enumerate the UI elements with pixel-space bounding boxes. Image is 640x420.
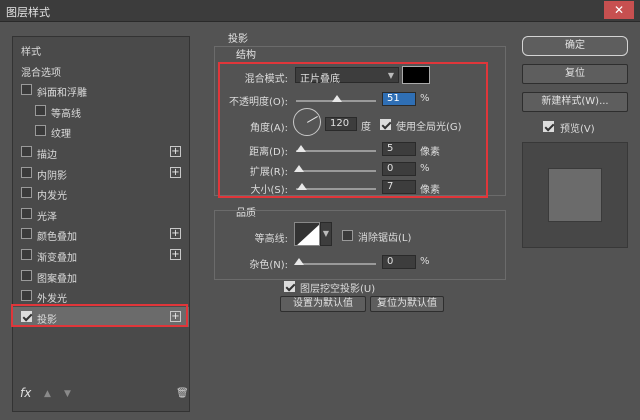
move-up-icon[interactable]: ▲ <box>44 389 51 399</box>
style-preview-swatch <box>548 168 602 222</box>
sidebar-item-label: 内阴影 <box>37 170 67 182</box>
sidebar-item-checkbox[interactable] <box>21 269 32 281</box>
style-preview <box>522 142 628 248</box>
sidebar-item[interactable]: 样式 <box>13 39 189 59</box>
sidebar-item-checkbox[interactable] <box>21 290 32 302</box>
noise-slider[interactable] <box>294 258 376 265</box>
sidebar-item-label: 颜色叠加 <box>37 232 77 244</box>
new-style-button[interactable]: 新建样式(W)... <box>522 92 628 112</box>
title-bar: 图层样式 ✕ <box>0 0 640 22</box>
add-effect-icon[interactable]: + <box>170 228 181 240</box>
sidebar-item[interactable]: 纹理 <box>13 121 189 141</box>
sidebar-item[interactable]: 光泽 <box>13 204 189 224</box>
set-default-button[interactable]: 设置为默认值 <box>280 296 366 312</box>
sidebar-item-checkbox[interactable] <box>21 146 32 157</box>
sidebar-item[interactable]: 等高线 <box>13 101 189 121</box>
sidebar-item-label: 外发光 <box>37 294 67 306</box>
sidebar-item-checkbox[interactable] <box>35 125 46 137</box>
sidebar-item-label: 内发光 <box>37 191 67 203</box>
sidebar-item-label: 光泽 <box>37 211 57 223</box>
sidebar-item-label: 样式 <box>21 47 41 58</box>
add-effect-icon[interactable]: + <box>170 249 181 260</box>
add-effect-icon[interactable]: + <box>170 166 181 178</box>
window-title: 图层样式 <box>6 6 50 19</box>
preview-checkbox[interactable] <box>543 121 554 132</box>
selection-highlight <box>11 304 188 327</box>
reset-default-button[interactable]: 复位为默认值 <box>370 296 444 312</box>
sidebar-item-checkbox[interactable] <box>21 207 32 219</box>
sidebar-item[interactable]: 内阴影 + <box>13 163 189 183</box>
sidebar-item-checkbox[interactable] <box>21 228 32 240</box>
sidebar-item[interactable]: 内发光 <box>13 183 189 203</box>
sidebar-item-label: 斜面和浮雕 <box>37 88 87 100</box>
contour-dropdown[interactable]: ▼ <box>320 222 332 246</box>
antialias-checkbox[interactable] <box>342 230 353 241</box>
sidebar-item-checkbox[interactable] <box>21 187 32 199</box>
delete-icon[interactable]: 🗑 <box>176 388 189 399</box>
sidebar-item[interactable]: 图案叠加 <box>13 266 189 286</box>
contour-preview[interactable] <box>294 222 320 246</box>
sidebar-item[interactable]: 渐变叠加 + <box>13 245 189 265</box>
close-button[interactable]: ✕ <box>604 1 634 19</box>
sidebar-item-checkbox[interactable] <box>35 104 46 116</box>
noise-slider-thumb[interactable] <box>294 258 304 265</box>
sidebar-item-label: 渐变叠加 <box>37 253 77 264</box>
sidebar-item-checkbox[interactable] <box>21 249 32 260</box>
sidebar-item[interactable]: 描边 + <box>13 142 189 162</box>
antialias-label: 消除锯齿(L) <box>358 233 412 244</box>
section-title-shadow: 投影 <box>228 34 248 45</box>
ok-button[interactable]: 确定 <box>522 36 628 56</box>
sidebar-item-checkbox[interactable] <box>21 166 32 178</box>
reset-button[interactable]: 复位 <box>522 64 628 84</box>
contour-shape <box>295 223 319 245</box>
sidebar-item-checkbox[interactable] <box>21 84 32 96</box>
sidebar-item-label: 图案叠加 <box>37 273 77 285</box>
knockout-checkbox[interactable] <box>284 281 295 292</box>
structure-title: 结构 <box>236 50 256 61</box>
sidebar-item-label: 混合选项 <box>21 67 61 79</box>
preview-label: 预览(V) <box>560 124 595 135</box>
add-effect-icon[interactable]: + <box>170 146 181 157</box>
contour-label: 等高线: <box>254 234 288 245</box>
move-down-icon[interactable]: ▼ <box>64 389 71 399</box>
structure-highlight <box>218 62 488 198</box>
sidebar-item[interactable]: 斜面和浮雕 <box>13 80 189 100</box>
knockout-label: 图层挖空投影(U) <box>300 284 376 295</box>
sidebar-item[interactable]: 混合选项 <box>13 60 189 80</box>
sidebar-item-label: 等高线 <box>51 108 81 120</box>
noise-label: 杂色(N): <box>249 260 288 271</box>
style-list: 样式混合选项斜面和浮雕等高线纹理描边 + 内阴影 + 内发光光泽颜色叠加 + 渐变叠加 + 图案… <box>12 36 190 412</box>
noise-unit: % <box>420 256 430 267</box>
fx-button[interactable]: fx <box>20 386 31 400</box>
sidebar-item[interactable]: 颜色叠加 + <box>13 224 189 244</box>
sidebar-item-label: 描边 <box>37 150 57 161</box>
sidebar-item-label: 纹理 <box>51 129 71 141</box>
noise-input[interactable]: 0 <box>382 255 416 269</box>
